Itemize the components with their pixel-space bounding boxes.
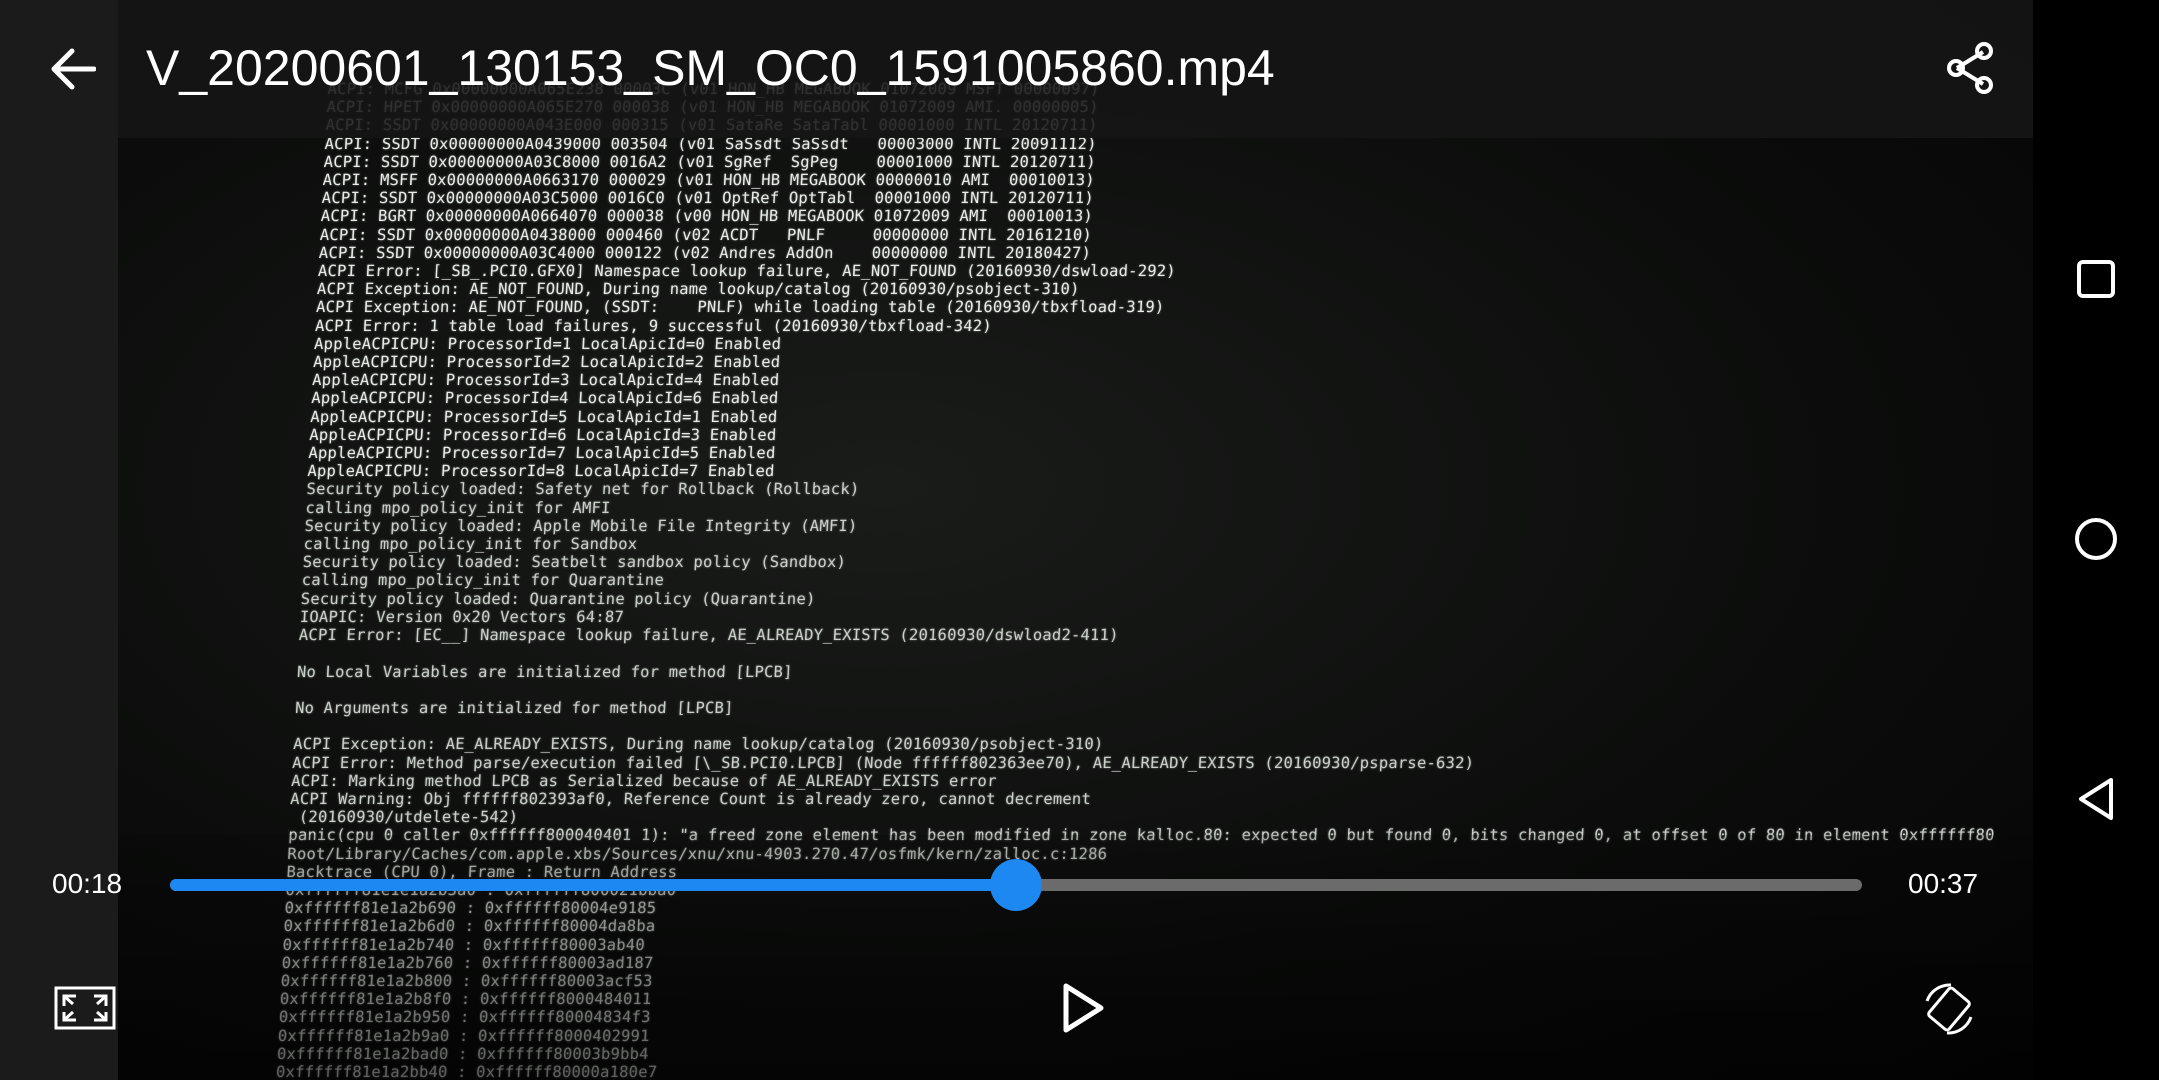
seek-bar[interactable] xyxy=(170,859,1862,911)
console-line: AppleACPICPU: ProcessorId=2 LocalApicId=… xyxy=(312,353,781,372)
console-line: ACPI Error: 1 table load failures, 9 suc… xyxy=(314,316,993,335)
console-line: ACPI: BGRT 0x00000000A0664070 000038 (v0… xyxy=(320,207,1094,226)
back-button[interactable] xyxy=(40,36,106,102)
console-line: (20160930/utdelete-542) xyxy=(288,808,519,827)
console-line: calling mpo_policy_init for Quarantine xyxy=(301,571,665,590)
console-line: Security policy loaded: Apple Mobile Fil… xyxy=(304,516,858,535)
seek-progress xyxy=(170,879,1016,891)
console-line: ACPI: SSDT 0x00000000A03C4000 000122 (v0… xyxy=(318,243,1092,262)
fullscreen-button[interactable] xyxy=(50,980,120,1036)
console-line: Security policy loaded: Seatbelt sandbox… xyxy=(302,553,847,572)
back-triangle-icon xyxy=(2079,778,2113,820)
console-line: AppleACPICPU: ProcessorId=1 LocalApicId=… xyxy=(313,334,782,353)
console-line: ACPI: Marking method LPCB as Serialized … xyxy=(290,771,998,790)
console-line: ACPI Error: Method parse/execution faile… xyxy=(291,753,1475,772)
bottom-scrim xyxy=(118,835,2033,1080)
console-line: calling mpo_policy_init for AMFI xyxy=(305,498,612,517)
play-icon xyxy=(1063,983,1104,1033)
recents-square-icon xyxy=(2077,260,2115,298)
video-title: V_20200601_130153_SM_OC0_1591005860.mp4 xyxy=(146,40,1275,96)
console-line: ACPI Warning: Obj ffffff802393af0, Refer… xyxy=(289,789,1092,808)
console-line: AppleACPICPU: ProcessorId=6 LocalApicId=… xyxy=(308,425,777,444)
console-line: ACPI: SSDT 0x00000000A0438000 000460 (v0… xyxy=(319,225,1093,244)
console-line: Security policy loaded: Safety net for R… xyxy=(306,480,860,499)
total-time: 00:37 xyxy=(1908,868,1979,899)
console-line: No Arguments are initialized for method … xyxy=(294,698,735,717)
arrow-left-icon xyxy=(51,48,96,90)
console-line: Security policy loaded: Quarantine polic… xyxy=(300,589,817,608)
letterbox-left xyxy=(0,0,118,1080)
rotate-button[interactable] xyxy=(1918,978,1980,1040)
console-line: IOAPIC: Version 0x20 Vectors 64:87 xyxy=(299,607,625,626)
console-line: ACPI: SSDT 0x00000000A03C8000 0016A2 (v0… xyxy=(323,152,1097,171)
recents-button[interactable] xyxy=(2063,246,2129,312)
console-line: calling mpo_policy_init for Sandbox xyxy=(303,535,638,554)
console-line: AppleACPICPU: ProcessorId=5 LocalApicId=… xyxy=(309,407,778,426)
console-line: ACPI Error: [_SB_.PCI0.GFX0] Namespace l… xyxy=(317,262,1177,281)
console-line: ACPI Exception: AE_NOT_FOUND, (SSDT: PNL… xyxy=(315,298,1165,317)
console-line: AppleACPICPU: ProcessorId=3 LocalApicId=… xyxy=(311,371,780,390)
home-circle-icon xyxy=(2075,518,2117,560)
share-button[interactable] xyxy=(1938,36,2002,100)
nav-back-button[interactable] xyxy=(2063,766,2129,832)
console-line: ACPI Exception: AE_NOT_FOUND, During nam… xyxy=(316,280,1081,299)
seek-thumb[interactable] xyxy=(990,859,1042,911)
console-line: AppleACPICPU: ProcessorId=8 LocalApicId=… xyxy=(307,462,776,481)
current-time: 00:18 xyxy=(52,868,123,899)
console-line: ACPI Exception: AE_ALREADY_EXISTS, Durin… xyxy=(292,735,1104,754)
screen-rotate-icon xyxy=(1925,983,1973,1035)
console-line: AppleACPICPU: ProcessorId=4 LocalApicId=… xyxy=(310,389,779,408)
console-line: ACPI: SSDT 0x00000000A03C5000 0016C0 (v0… xyxy=(321,189,1095,208)
video-player[interactable]: ACPI: MCFG 0x00000000A065E238 00003C (v0… xyxy=(0,0,2033,1080)
home-button[interactable] xyxy=(2063,506,2129,572)
console-line: No Local Variables are initialized for m… xyxy=(296,662,794,681)
play-button[interactable] xyxy=(1055,978,1111,1038)
console-line: AppleACPICPU: ProcessorId=7 LocalApicId=… xyxy=(307,444,776,463)
share-icon xyxy=(1947,42,1993,94)
console-line: ACPI Error: [EC__] Namespace lookup fail… xyxy=(298,626,1120,645)
console-line: ACPI: MSFF 0x00000000A0663170 000029 (v0… xyxy=(322,171,1096,190)
fullscreen-icon xyxy=(54,986,116,1030)
